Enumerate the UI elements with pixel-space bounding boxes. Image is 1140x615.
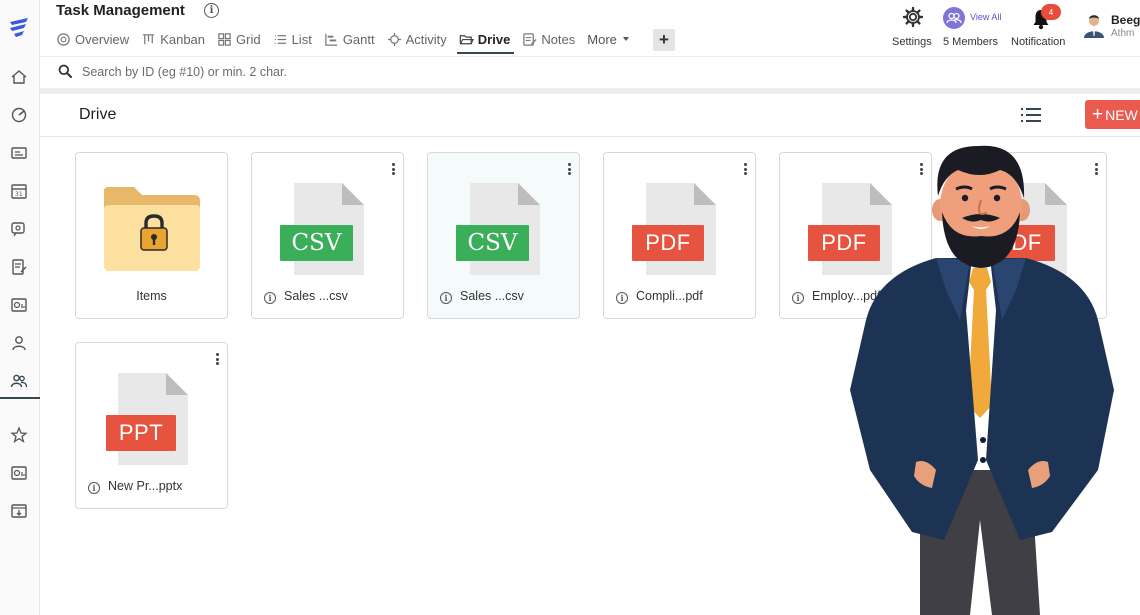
search-bar xyxy=(40,56,1140,88)
info-icon[interactable]: i xyxy=(264,292,276,304)
chat-icon[interactable] xyxy=(8,218,30,240)
tab-label: List xyxy=(291,31,312,47)
search-icon xyxy=(58,64,72,78)
reports-icon[interactable] xyxy=(8,294,30,316)
new-file-button[interactable]: + NEW xyxy=(1085,100,1140,129)
caret-down-icon xyxy=(622,37,629,41)
calendar-icon[interactable]: 31 xyxy=(8,180,30,202)
view-all-link[interactable]: View All xyxy=(970,12,1001,22)
kebab-menu-icon[interactable] xyxy=(392,163,396,175)
search-input[interactable] xyxy=(82,63,582,81)
overview-icon xyxy=(57,32,70,46)
plus-icon: + xyxy=(1092,104,1104,125)
file-label-row: i Sales ...csv xyxy=(428,289,579,304)
team-icon[interactable] xyxy=(8,370,30,392)
board-icon[interactable] xyxy=(8,142,30,164)
edit-document-icon[interactable] xyxy=(8,256,30,278)
file-name: Sales ...csv xyxy=(284,289,348,303)
tab-label: Grid xyxy=(236,31,261,47)
info-icon[interactable]: i xyxy=(88,482,100,494)
file-name: Compli...pdf xyxy=(636,289,703,303)
tab-label: Overview xyxy=(75,31,130,47)
left-sidebar: 31 xyxy=(0,0,40,615)
top-header: Task Management i Overview Kanban Grid L… xyxy=(40,0,1140,56)
tab-overview[interactable]: Overview xyxy=(54,28,135,50)
kebab-menu-icon[interactable] xyxy=(568,163,572,175)
page-title: Task Management xyxy=(56,2,185,19)
home-icon[interactable] xyxy=(8,66,30,88)
file-card-csv-selected[interactable]: CSV i Sales ...csv xyxy=(427,152,580,319)
grid-icon xyxy=(218,32,231,46)
tab-label: Gantt xyxy=(342,31,375,47)
file-label-row: i Sales ...csv xyxy=(252,289,403,304)
members-label: 5 Members xyxy=(943,36,999,48)
file-label-row: i New Pr...pptx xyxy=(76,479,227,494)
info-icon[interactable]: i xyxy=(616,292,628,304)
tab-grid[interactable]: Grid xyxy=(215,28,267,50)
avatar xyxy=(1084,15,1104,38)
analytics-icon[interactable] xyxy=(8,462,30,484)
tab-label: Notes xyxy=(541,31,576,47)
pdf-badge: PDF xyxy=(632,225,704,261)
star-icon[interactable] xyxy=(8,424,30,446)
list-view-toggle-icon[interactable] xyxy=(1020,106,1042,124)
drive-panel-header: Drive + NEW xyxy=(40,94,1140,137)
kanban-icon xyxy=(143,33,155,44)
gear-icon xyxy=(902,6,924,28)
tab-gantt[interactable]: Gantt xyxy=(322,28,381,50)
app-logo-icon[interactable] xyxy=(6,14,32,40)
folder-card-items[interactable]: Items xyxy=(75,152,228,319)
drive-title: Drive xyxy=(79,106,117,123)
file-name: Sales ...csv xyxy=(460,289,524,303)
folder-open-icon xyxy=(459,34,474,44)
dashboard-icon[interactable] xyxy=(8,104,30,126)
csv-badge: CSV xyxy=(280,225,353,261)
tab-drive[interactable]: Drive xyxy=(456,28,517,54)
user-icon[interactable] xyxy=(8,332,30,354)
file-name: New Pr...pptx xyxy=(108,479,183,493)
members-avatar xyxy=(943,7,965,29)
kebab-menu-icon[interactable] xyxy=(216,353,220,365)
file-card-ppt[interactable]: PPT i New Pr...pptx xyxy=(75,342,228,509)
more-tabs-dropdown[interactable]: More xyxy=(585,28,635,50)
svg-text:31: 31 xyxy=(15,191,23,198)
user-subtitle: Athm xyxy=(1111,28,1135,39)
file-name: Items xyxy=(136,289,167,303)
info-icon[interactable]: i xyxy=(792,292,804,304)
tab-label: Kanban xyxy=(160,31,206,47)
user-name: Beeg xyxy=(1111,13,1140,27)
file-card-pdf[interactable]: PDF i Compli...pdf xyxy=(603,152,756,319)
csv-badge: CSV xyxy=(456,225,529,261)
kebab-menu-icon[interactable] xyxy=(744,163,748,175)
list-icon xyxy=(274,34,286,44)
tab-notes[interactable]: Notes xyxy=(520,28,581,50)
download-box-icon[interactable] xyxy=(8,500,30,522)
activity-icon xyxy=(387,32,401,46)
gantt-icon xyxy=(325,33,337,46)
members-group-icon xyxy=(946,12,962,24)
notification-count-badge: 4 xyxy=(1041,4,1061,20)
tab-list[interactable]: List xyxy=(271,28,318,50)
notes-icon xyxy=(523,32,537,46)
more-label: More xyxy=(587,31,617,47)
tab-label: Drive xyxy=(477,31,511,47)
new-label: NEW xyxy=(1105,106,1138,123)
presenter-character-illustration xyxy=(850,145,1114,615)
file-label-row: i Compli...pdf xyxy=(604,289,755,304)
add-tab-button[interactable]: + xyxy=(652,29,675,51)
locked-folder-icon xyxy=(104,187,200,271)
view-tabs: Overview Kanban Grid List Gantt Activity… xyxy=(54,28,675,54)
tab-label: Activity xyxy=(405,31,447,47)
file-card-csv[interactable]: CSV i Sales ...csv xyxy=(251,152,404,319)
ppt-badge: PPT xyxy=(106,415,176,451)
tab-activity[interactable]: Activity xyxy=(385,28,453,50)
info-icon[interactable]: i xyxy=(204,3,219,18)
settings-label: Settings xyxy=(892,36,932,48)
notification-label: Notification xyxy=(1011,36,1066,48)
info-icon[interactable]: i xyxy=(440,292,452,304)
sidebar-active-indicator xyxy=(0,397,40,399)
tab-kanban[interactable]: Kanban xyxy=(139,28,211,50)
